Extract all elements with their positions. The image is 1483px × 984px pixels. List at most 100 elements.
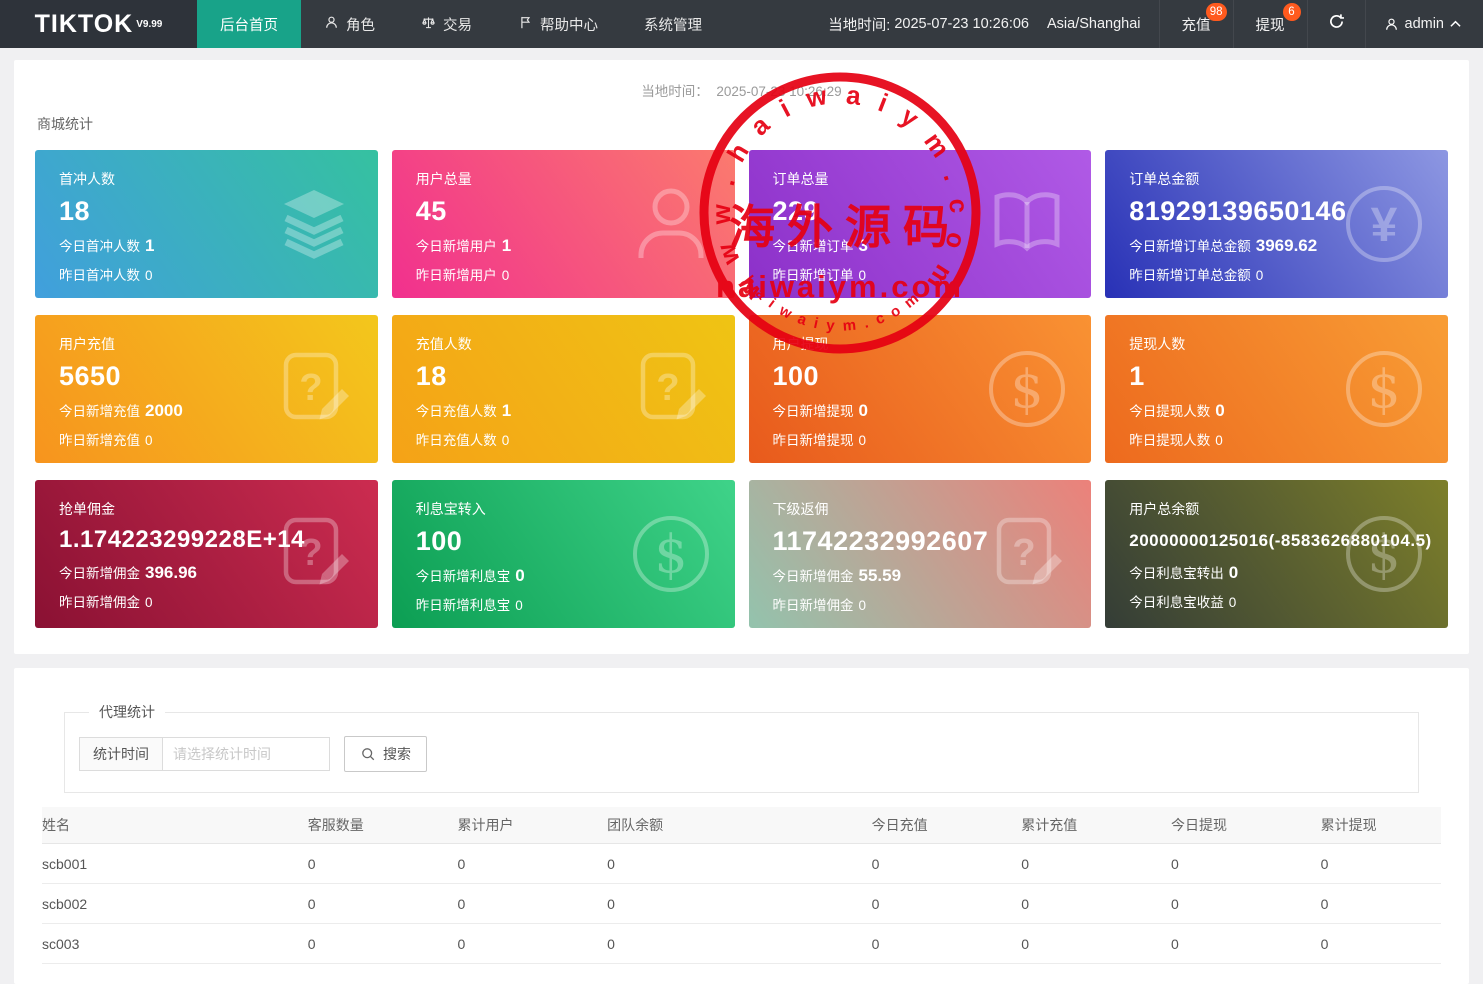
card-today-label: 今日新增提现 bbox=[773, 404, 854, 419]
card-today-label: 今日新增佣金 bbox=[773, 569, 854, 584]
logo-text: TIKTOK bbox=[35, 10, 134, 39]
cell-value: 0 bbox=[308, 884, 458, 924]
card-yesterday-label: 昨日新增佣金 bbox=[773, 598, 854, 613]
search-button[interactable]: 搜索 bbox=[344, 736, 427, 772]
menu-item-label: 角色 bbox=[346, 14, 375, 35]
local-time: 当地时间: 2025-07-23 10:26:06 bbox=[818, 0, 1039, 48]
col-header-name: 姓名 bbox=[42, 807, 308, 844]
user-icon bbox=[1384, 17, 1399, 32]
cell-value: 0 bbox=[308, 924, 458, 964]
table-row[interactable]: scb001 0 0 0 0 0 0 0 bbox=[42, 844, 1441, 884]
panel-local-time: 当地时间： 2025-07-23 10:26:29 bbox=[35, 80, 1448, 100]
stat-card-user-recharge: 用户充值 5650 今日新增充值2000 昨日新增充值0 ? bbox=[35, 315, 378, 463]
card-today-label: 今日利息宝转出 bbox=[1129, 566, 1224, 581]
menu-item-roles[interactable]: 角色 bbox=[301, 0, 398, 48]
edit-doc-icon: ? bbox=[983, 510, 1071, 598]
stat-card-interest-transfer-in: 利息宝转入 100 今日新增利息宝0 昨日新增利息宝0 $ bbox=[392, 480, 735, 628]
panel-time-label: 当地时间： bbox=[641, 84, 709, 99]
user-icon bbox=[627, 180, 715, 268]
card-yesterday-value: 0 bbox=[1256, 268, 1264, 283]
card-today-value: 0 bbox=[515, 566, 524, 585]
agent-stats-panel: 代理统计 统计时间 搜索 姓名 客服数量 累计用户 团队余额 bbox=[14, 668, 1469, 984]
card-today-value: 55.59 bbox=[859, 566, 902, 585]
menu-item-label: 后台首页 bbox=[220, 14, 278, 35]
card-today-value: 3969.62 bbox=[1256, 236, 1317, 255]
card-yesterday-label: 昨日新增提现 bbox=[773, 433, 854, 448]
menu-item-trade[interactable]: 交易 bbox=[398, 0, 495, 48]
cell-value: 0 bbox=[1021, 844, 1171, 884]
stat-time-input[interactable] bbox=[162, 737, 330, 771]
user-icon bbox=[324, 15, 339, 34]
card-yesterday-value: 0 bbox=[859, 433, 867, 448]
svg-text:¥: ¥ bbox=[1371, 199, 1398, 252]
stat-time-label: 统计时间 bbox=[79, 737, 162, 771]
withdraw-label: 提现 bbox=[1256, 14, 1285, 35]
cell-value: 0 bbox=[1171, 844, 1321, 884]
agent-filter-row: 统计时间 搜索 bbox=[79, 736, 1404, 772]
book-icon bbox=[983, 180, 1071, 268]
card-yesterday-value: 0 bbox=[515, 598, 523, 613]
menu-item-help-center[interactable]: 帮助中心 bbox=[495, 0, 621, 48]
withdraw-link[interactable]: 提现 6 bbox=[1233, 0, 1307, 48]
refresh-icon bbox=[1328, 13, 1345, 35]
card-today-label: 今日充值人数 bbox=[416, 404, 497, 419]
card-today-value: 396.96 bbox=[145, 563, 197, 582]
cell-value: 0 bbox=[1321, 884, 1441, 924]
recharge-link[interactable]: 充值 98 bbox=[1159, 0, 1233, 48]
card-yesterday-value: 0 bbox=[502, 433, 510, 448]
menu-item-label: 系统管理 bbox=[644, 14, 702, 35]
top-navbar: TIKTOK V9.99 后台首页 角色 交易 帮助中心 系统管理 当地时间: … bbox=[0, 0, 1483, 48]
refresh-button[interactable] bbox=[1307, 0, 1365, 48]
stat-card-sub-rebate: 下级返佣 11742232992607 今日新增佣金55.59 昨日新增佣金0 … bbox=[749, 480, 1092, 628]
cell-name: scb001 bbox=[42, 844, 308, 884]
card-today-label: 今日首冲人数 bbox=[59, 239, 140, 254]
card-yesterday-label: 今日利息宝收益 bbox=[1129, 595, 1224, 610]
logo-version: V9.99 bbox=[136, 19, 162, 30]
card-today-value: 3 bbox=[859, 236, 868, 255]
menu-item-dashboard[interactable]: 后台首页 bbox=[197, 0, 301, 48]
col-header-total-users: 累计用户 bbox=[457, 807, 607, 844]
layers-icon bbox=[270, 180, 358, 268]
panel-time-value: 2025-07-23 10:26:29 bbox=[716, 84, 841, 99]
svg-text:?: ? bbox=[656, 367, 679, 409]
user-menu[interactable]: admin bbox=[1365, 0, 1483, 48]
local-time-value: 2025-07-23 10:26:06 bbox=[894, 16, 1029, 32]
svg-text:$: $ bbox=[1367, 525, 1400, 585]
mall-stats-panel: 当地时间： 2025-07-23 10:26:29 商城统计 首冲人数 18 今… bbox=[14, 60, 1469, 654]
cell-value: 0 bbox=[457, 844, 607, 884]
cell-value: 0 bbox=[1321, 844, 1441, 884]
menu-item-system[interactable]: 系统管理 bbox=[621, 0, 725, 48]
col-header-total-recharge: 累计充值 bbox=[1021, 807, 1171, 844]
flag-icon bbox=[518, 15, 533, 34]
card-yesterday-value: 0 bbox=[1215, 433, 1223, 448]
table-row[interactable]: scb002 0 0 0 0 0 0 0 bbox=[42, 884, 1441, 924]
stat-card-recharge-users: 充值人数 18 今日充值人数1 昨日充值人数0 ? bbox=[392, 315, 735, 463]
card-today-value: 0 bbox=[1229, 563, 1238, 582]
card-today-value: 1 bbox=[502, 236, 511, 255]
cell-value: 0 bbox=[872, 884, 1022, 924]
col-header-today-recharge: 今日充值 bbox=[872, 807, 1022, 844]
svg-text:$: $ bbox=[1367, 360, 1400, 420]
svg-text:$: $ bbox=[654, 525, 687, 585]
app-logo: TIKTOK V9.99 bbox=[0, 0, 197, 48]
table-row[interactable]: sc003 0 0 0 0 0 0 0 bbox=[42, 924, 1441, 964]
svg-text:?: ? bbox=[1013, 532, 1036, 574]
cell-value: 0 bbox=[1171, 924, 1321, 964]
menu-item-label: 帮助中心 bbox=[540, 14, 598, 35]
stat-card-user-total-balance: 用户总余额 20000000125016(-8583626880104.5) 今… bbox=[1105, 480, 1448, 628]
cell-value: 0 bbox=[1171, 884, 1321, 924]
cell-name: sc003 bbox=[42, 924, 308, 964]
cell-value: 0 bbox=[607, 844, 871, 884]
card-today-label: 今日新增利息宝 bbox=[416, 569, 511, 584]
stat-card-order-commission: 抢单佣金 1.174223299228E+14 今日新增佣金396.96 昨日新… bbox=[35, 480, 378, 628]
search-button-label: 搜索 bbox=[383, 744, 411, 764]
dollar-circle-icon: $ bbox=[983, 345, 1071, 433]
edit-doc-icon: ? bbox=[627, 345, 715, 433]
col-header-team-balance: 团队余额 bbox=[607, 807, 871, 844]
card-yesterday-label: 昨日新增利息宝 bbox=[416, 598, 511, 613]
edit-doc-icon: ? bbox=[270, 345, 358, 433]
dollar-circle-icon: $ bbox=[1340, 510, 1428, 598]
stat-card-total-users: 用户总量 45 今日新增用户1 昨日新增用户0 bbox=[392, 150, 735, 298]
card-today-label: 今日提现人数 bbox=[1129, 404, 1210, 419]
cell-value: 0 bbox=[308, 844, 458, 884]
